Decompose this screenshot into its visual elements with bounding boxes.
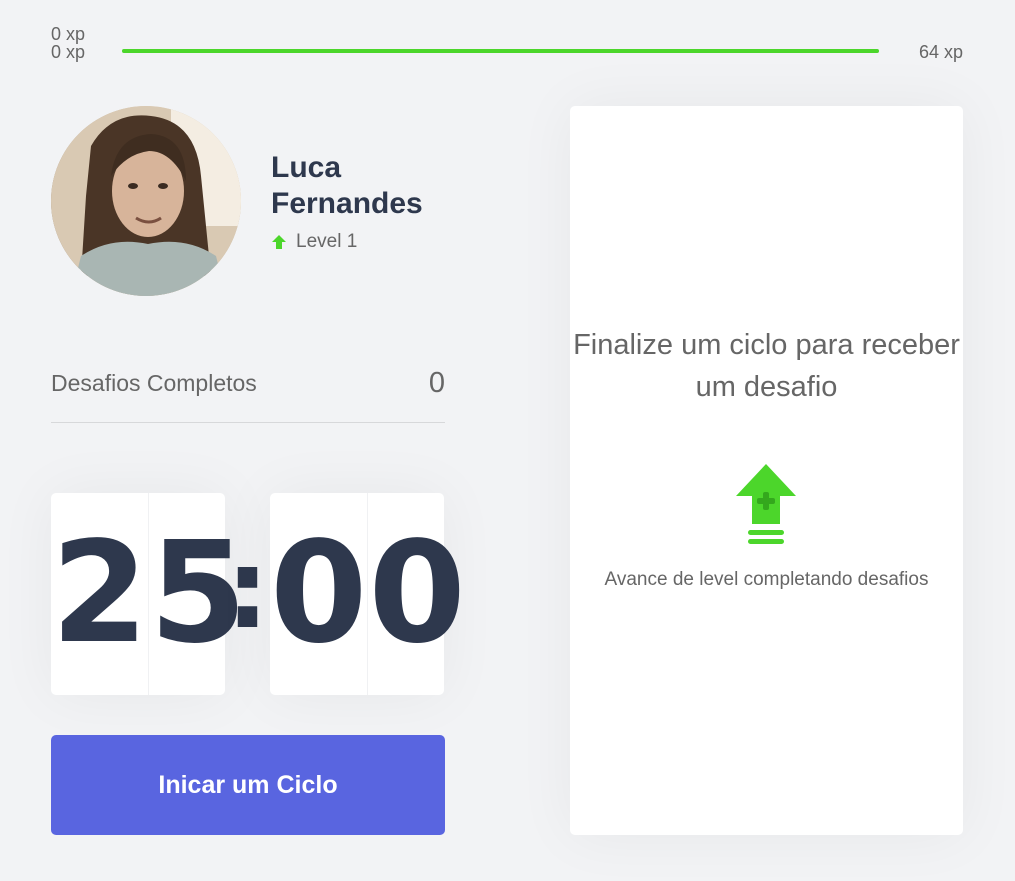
- second-digit-tens: 0: [270, 493, 369, 695]
- challenge-title: Finalize um ciclo para receber um desafi…: [573, 329, 960, 403]
- challenge-box: Finalize um ciclo para receber um desafi…: [570, 106, 963, 835]
- level-row: Level 1: [271, 231, 357, 253]
- countdown-separator: :: [225, 525, 270, 653]
- countdown-seconds: 0 0: [270, 493, 466, 695]
- challenge-hint: Avance de level completando desafios: [604, 569, 929, 590]
- second-digit-ones: 0: [368, 512, 466, 675]
- xp-current-label: 0 xp: [51, 24, 86, 44]
- completed-challenges-label: Desafios Completos: [51, 370, 257, 396]
- completed-challenges: Desafios Completos 0: [51, 364, 445, 423]
- level-up-arrow-icon: [272, 235, 286, 249]
- xp-max-label: 64 xp: [918, 42, 963, 62]
- countdown-minutes: 2 5: [51, 493, 247, 695]
- level-up-icon: [736, 464, 796, 544]
- experience-bar: 0 xp 64 xp: [51, 40, 963, 80]
- avatar-photo: [51, 106, 241, 296]
- level-label: Level 1: [296, 231, 358, 252]
- profile-name: Luca Fernandes: [271, 151, 423, 220]
- moveit-page: 0 xp 64 xp 0 xp Luca Fernandes Level 1 D…: [0, 0, 1015, 881]
- minute-digit-tens: 2: [51, 493, 150, 695]
- xp-fill: [122, 49, 879, 53]
- start-cycle-button[interactable]: Inicar um Ciclo: [51, 735, 445, 835]
- profile: Luca Fernandes Level 1: [51, 106, 451, 296]
- countdown: 2 5 : 0 0: [51, 493, 466, 695]
- avatar: [51, 106, 241, 296]
- xp-track: [122, 49, 879, 53]
- completed-challenges-count: 0: [428, 367, 445, 399]
- xp-min-label: 0 xp: [51, 42, 86, 62]
